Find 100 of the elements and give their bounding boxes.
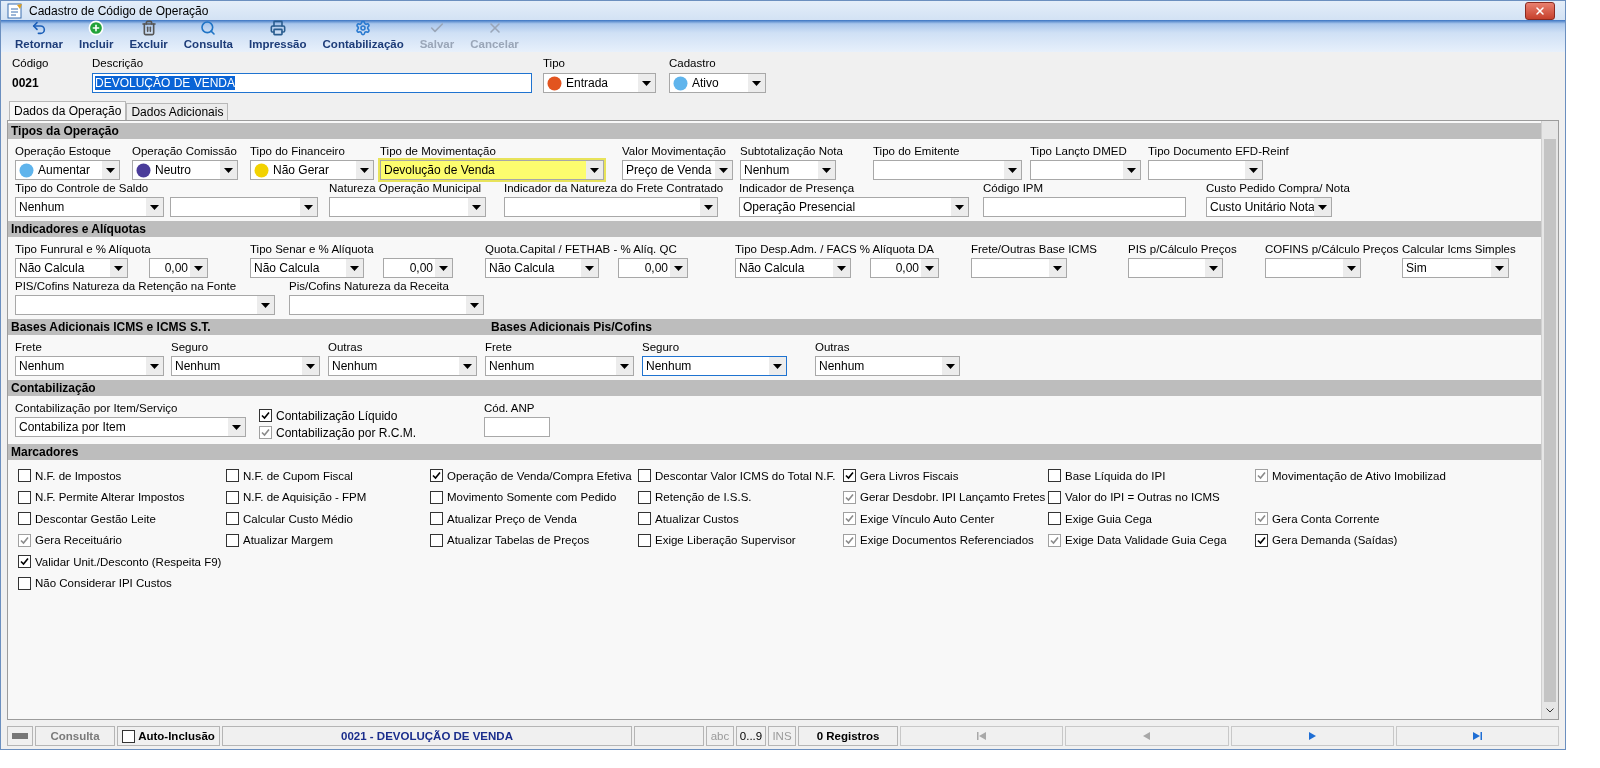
dropdown-arrow-icon bbox=[463, 363, 472, 369]
checkbox[interactable] bbox=[18, 490, 31, 504]
checkbox[interactable] bbox=[226, 469, 239, 483]
dropdown-arrow-icon bbox=[1318, 204, 1327, 210]
checkbox[interactable] bbox=[430, 512, 443, 526]
dropdown[interactable]: Sim bbox=[1402, 258, 1509, 278]
toolbar-button[interactable]: Excluir bbox=[121, 20, 176, 50]
close-button[interactable] bbox=[1525, 1, 1555, 20]
field-label: Outras bbox=[815, 340, 850, 354]
toolbar-button[interactable]: Consulta bbox=[175, 20, 241, 50]
checkbox[interactable] bbox=[430, 469, 443, 483]
dropdown[interactable]: Aumentar bbox=[15, 160, 120, 180]
input-field[interactable] bbox=[983, 197, 1186, 217]
checkbox[interactable] bbox=[638, 490, 651, 504]
dropdown[interactable]: Operação Presencial bbox=[739, 197, 969, 217]
dropdown[interactable] bbox=[1030, 160, 1141, 180]
dropdown[interactable] bbox=[504, 197, 718, 217]
checkbox-label: Retenção de I.S.S. bbox=[655, 491, 752, 504]
dropdown[interactable]: Não Calcula bbox=[15, 258, 128, 278]
checkbox[interactable] bbox=[638, 512, 651, 526]
checkbox[interactable] bbox=[430, 490, 443, 504]
field-label: Tipo Documento EFD-Reinf bbox=[1148, 144, 1289, 158]
dropdown[interactable] bbox=[170, 197, 318, 217]
dropdown[interactable]: Não Gerar bbox=[250, 160, 374, 180]
checkbox[interactable] bbox=[259, 409, 272, 422]
toolbar-button[interactable]: Incluir bbox=[70, 20, 122, 50]
dropdown[interactable] bbox=[971, 258, 1067, 278]
number-dropdown[interactable]: 0,00 bbox=[618, 258, 688, 278]
section-title: Tipos da Operação bbox=[11, 124, 119, 138]
dropdown[interactable] bbox=[1148, 160, 1263, 180]
number-dropdown[interactable]: 0,00 bbox=[149, 258, 208, 278]
checkbox[interactable] bbox=[18, 512, 31, 526]
field-label: Valor Movimentação bbox=[622, 144, 726, 158]
dropdown[interactable]: Nenhum bbox=[171, 356, 320, 376]
checkbox[interactable] bbox=[638, 469, 651, 483]
field-label: Subtotalização Nota bbox=[740, 144, 843, 158]
checkbox[interactable] bbox=[18, 576, 31, 590]
dropdown[interactable]: Nenhum bbox=[740, 160, 836, 180]
dropdown-arrow-icon bbox=[304, 204, 313, 210]
dropdown[interactable]: Não Calcula bbox=[735, 258, 851, 278]
empty-status-panel bbox=[634, 726, 704, 746]
checkbox[interactable] bbox=[226, 512, 239, 526]
dropdown[interactable]: Entrada bbox=[543, 73, 656, 93]
dropdown[interactable]: Nenhum bbox=[15, 356, 164, 376]
input-field[interactable]: DEVOLUÇÃO DE VENDA bbox=[92, 73, 532, 93]
app-icon bbox=[7, 2, 23, 19]
dropdown[interactable] bbox=[289, 295, 484, 315]
number-dropdown[interactable]: 0,00 bbox=[383, 258, 453, 278]
dropdown[interactable]: Não Calcula bbox=[485, 258, 599, 278]
checkbox-label: Gera Receituário bbox=[35, 534, 122, 547]
input-field[interactable] bbox=[484, 417, 550, 437]
tab[interactable]: Dados da Operação bbox=[9, 101, 127, 120]
dropdown-arrow-icon bbox=[585, 265, 594, 271]
dropdown-arrow-icon bbox=[472, 204, 481, 210]
checkbox[interactable] bbox=[18, 555, 31, 569]
dropdown[interactable]: Não Calcula bbox=[250, 258, 364, 278]
window-title: Cadastro de Código de Operação bbox=[29, 3, 210, 18]
toolbar-button[interactable]: Contabilização bbox=[314, 20, 412, 50]
toolbar-button[interactable]: Impressão bbox=[241, 20, 315, 50]
checkbox[interactable] bbox=[843, 469, 856, 483]
dropdown[interactable] bbox=[329, 197, 486, 217]
checkbox[interactable] bbox=[1048, 490, 1061, 504]
dropdown[interactable] bbox=[873, 160, 1022, 180]
checkbox[interactable] bbox=[1255, 533, 1268, 547]
checkbox[interactable] bbox=[226, 533, 239, 547]
checkbox[interactable] bbox=[1048, 512, 1061, 526]
checkbox-label: Exige Vínculo Auto Center bbox=[860, 512, 995, 525]
checkbox-label: Atualizar Custos bbox=[655, 512, 739, 525]
checkbox-label: Auto-Inclusão bbox=[138, 730, 215, 742]
checkbox[interactable] bbox=[122, 729, 136, 743]
dropdown[interactable]: Nenhum bbox=[15, 197, 164, 217]
keyboard-button[interactable] bbox=[7, 726, 33, 746]
dropdown[interactable]: Devolução de Venda bbox=[380, 160, 604, 180]
dropdown[interactable] bbox=[1265, 258, 1361, 278]
dropdown-arrow-icon bbox=[773, 363, 782, 369]
toolbar-button[interactable]: Retornar bbox=[7, 20, 71, 50]
dropdown[interactable]: Neutro bbox=[132, 160, 238, 180]
checkbox-label: Exige Guia Cega bbox=[1065, 512, 1152, 525]
dropdown[interactable]: Ativo bbox=[669, 73, 766, 93]
checkbox[interactable] bbox=[638, 533, 651, 547]
dropdown[interactable]: Nenhum bbox=[485, 356, 634, 376]
field-label: Cód. ANP bbox=[484, 401, 535, 415]
checkbox-label: Descontar Gestão Leite bbox=[35, 512, 156, 525]
dropdown[interactable]: Custo Unitário Nota bbox=[1206, 197, 1332, 217]
dropdown[interactable]: Nenhum bbox=[815, 356, 960, 376]
checkbox[interactable] bbox=[1048, 469, 1061, 483]
checkbox[interactable] bbox=[226, 490, 239, 504]
number-dropdown[interactable]: 0,00 bbox=[870, 258, 939, 278]
tab[interactable]: Dados Adicionais bbox=[126, 103, 229, 120]
scrollbar[interactable] bbox=[1541, 121, 1558, 719]
dropdown[interactable]: Nenhum bbox=[642, 356, 787, 376]
dropdown[interactable]: Nenhum bbox=[328, 356, 477, 376]
checkbox[interactable] bbox=[430, 533, 443, 547]
dropdown[interactable] bbox=[15, 295, 275, 315]
dropdown[interactable]: Preço de Venda bbox=[622, 160, 733, 180]
dropdown[interactable]: Contabiliza por Item bbox=[15, 417, 246, 437]
dropdown[interactable] bbox=[1128, 258, 1223, 278]
dropdown-arrow-icon bbox=[150, 204, 159, 210]
section-title: Bases Adicionais Pis/Cofins bbox=[491, 320, 652, 334]
checkbox[interactable] bbox=[18, 469, 31, 483]
